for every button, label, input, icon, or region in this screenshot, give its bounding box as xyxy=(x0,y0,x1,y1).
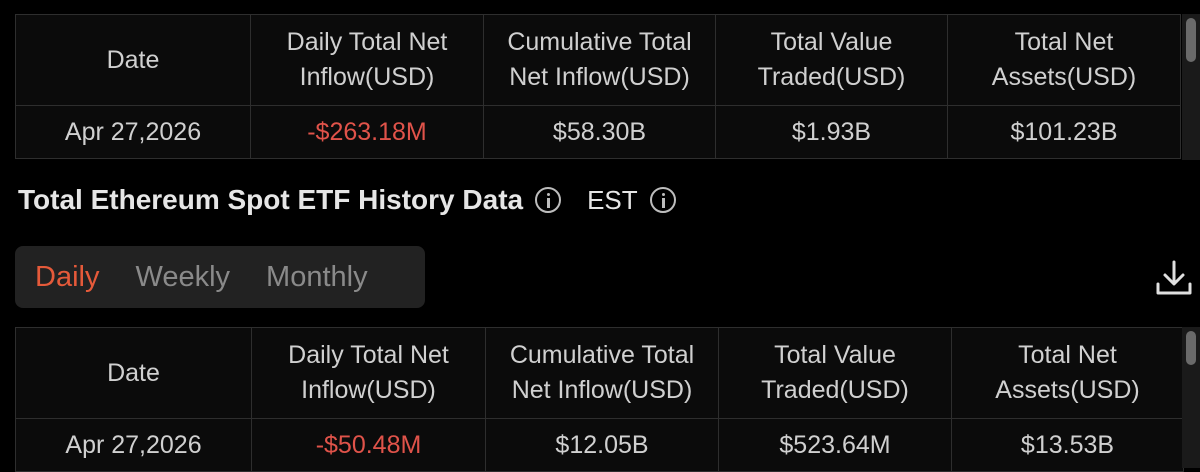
eth-section-header: Total Ethereum Spot ETF History Data EST xyxy=(18,180,676,220)
cell-cumulative-net-inflow: $12.05B xyxy=(485,418,719,472)
cell-daily-net-inflow: -$263.18M xyxy=(250,105,484,159)
period-tabs: Daily Weekly Monthly xyxy=(15,246,425,308)
tab-weekly[interactable]: Weekly xyxy=(99,261,230,294)
table-header-row: Date Daily Total Net Inflow(USD) Cumulati… xyxy=(15,14,1181,106)
timezone-info-icon[interactable] xyxy=(649,187,676,213)
cell-daily-net-inflow: -$50.48M xyxy=(251,418,486,472)
section-title: Total Ethereum Spot ETF History Data xyxy=(18,184,524,215)
download-icon[interactable] xyxy=(1154,258,1194,298)
header-date: Date xyxy=(15,14,251,106)
cell-total-net-assets: $101.23B xyxy=(947,105,1181,159)
cell-total-value-traded: $523.64M xyxy=(718,418,952,472)
eth-etf-table: Date Daily Total Net Inflow(USD) Cumulati… xyxy=(15,327,1184,472)
header-daily-net-inflow: Daily Total Net Inflow(USD) xyxy=(250,14,484,106)
table-row: Apr 27,2026 -$50.48M $12.05B $523.64M $1… xyxy=(15,418,1184,472)
header-date: Date xyxy=(15,327,252,419)
header-total-net-assets: Total Net Assets(USD) xyxy=(951,327,1184,419)
cell-date: Apr 27,2026 xyxy=(15,105,251,159)
eth-table-scrollbar[interactable] xyxy=(1182,327,1200,468)
header-total-net-assets: Total Net Assets(USD) xyxy=(947,14,1181,106)
cell-date: Apr 27,2026 xyxy=(15,418,252,472)
header-cumulative-net-inflow: Cumulative Total Net Inflow(USD) xyxy=(485,327,719,419)
table-header-row: Date Daily Total Net Inflow(USD) Cumulati… xyxy=(15,327,1184,419)
cell-cumulative-net-inflow: $58.30B xyxy=(483,105,716,159)
btc-etf-table: Date Daily Total Net Inflow(USD) Cumulati… xyxy=(15,14,1181,159)
header-total-value-traded: Total Value Traded(USD) xyxy=(718,327,952,419)
table-row: Apr 27,2026 -$263.18M $58.30B $1.93B $10… xyxy=(15,105,1181,159)
header-daily-net-inflow: Daily Total Net Inflow(USD) xyxy=(251,327,486,419)
btc-table-scrollbar[interactable] xyxy=(1182,14,1200,160)
scrollbar-thumb[interactable] xyxy=(1186,18,1196,62)
header-cumulative-net-inflow: Cumulative Total Net Inflow(USD) xyxy=(483,14,716,106)
timezone-label: EST xyxy=(587,184,638,215)
cell-total-value-traded: $1.93B xyxy=(715,105,948,159)
scrollbar-thumb[interactable] xyxy=(1186,331,1196,365)
cell-total-net-assets: $13.53B xyxy=(951,418,1184,472)
info-icon[interactable] xyxy=(535,187,562,213)
tab-daily[interactable]: Daily xyxy=(15,261,99,294)
header-total-value-traded: Total Value Traded(USD) xyxy=(715,14,948,106)
tab-monthly[interactable]: Monthly xyxy=(230,261,368,294)
